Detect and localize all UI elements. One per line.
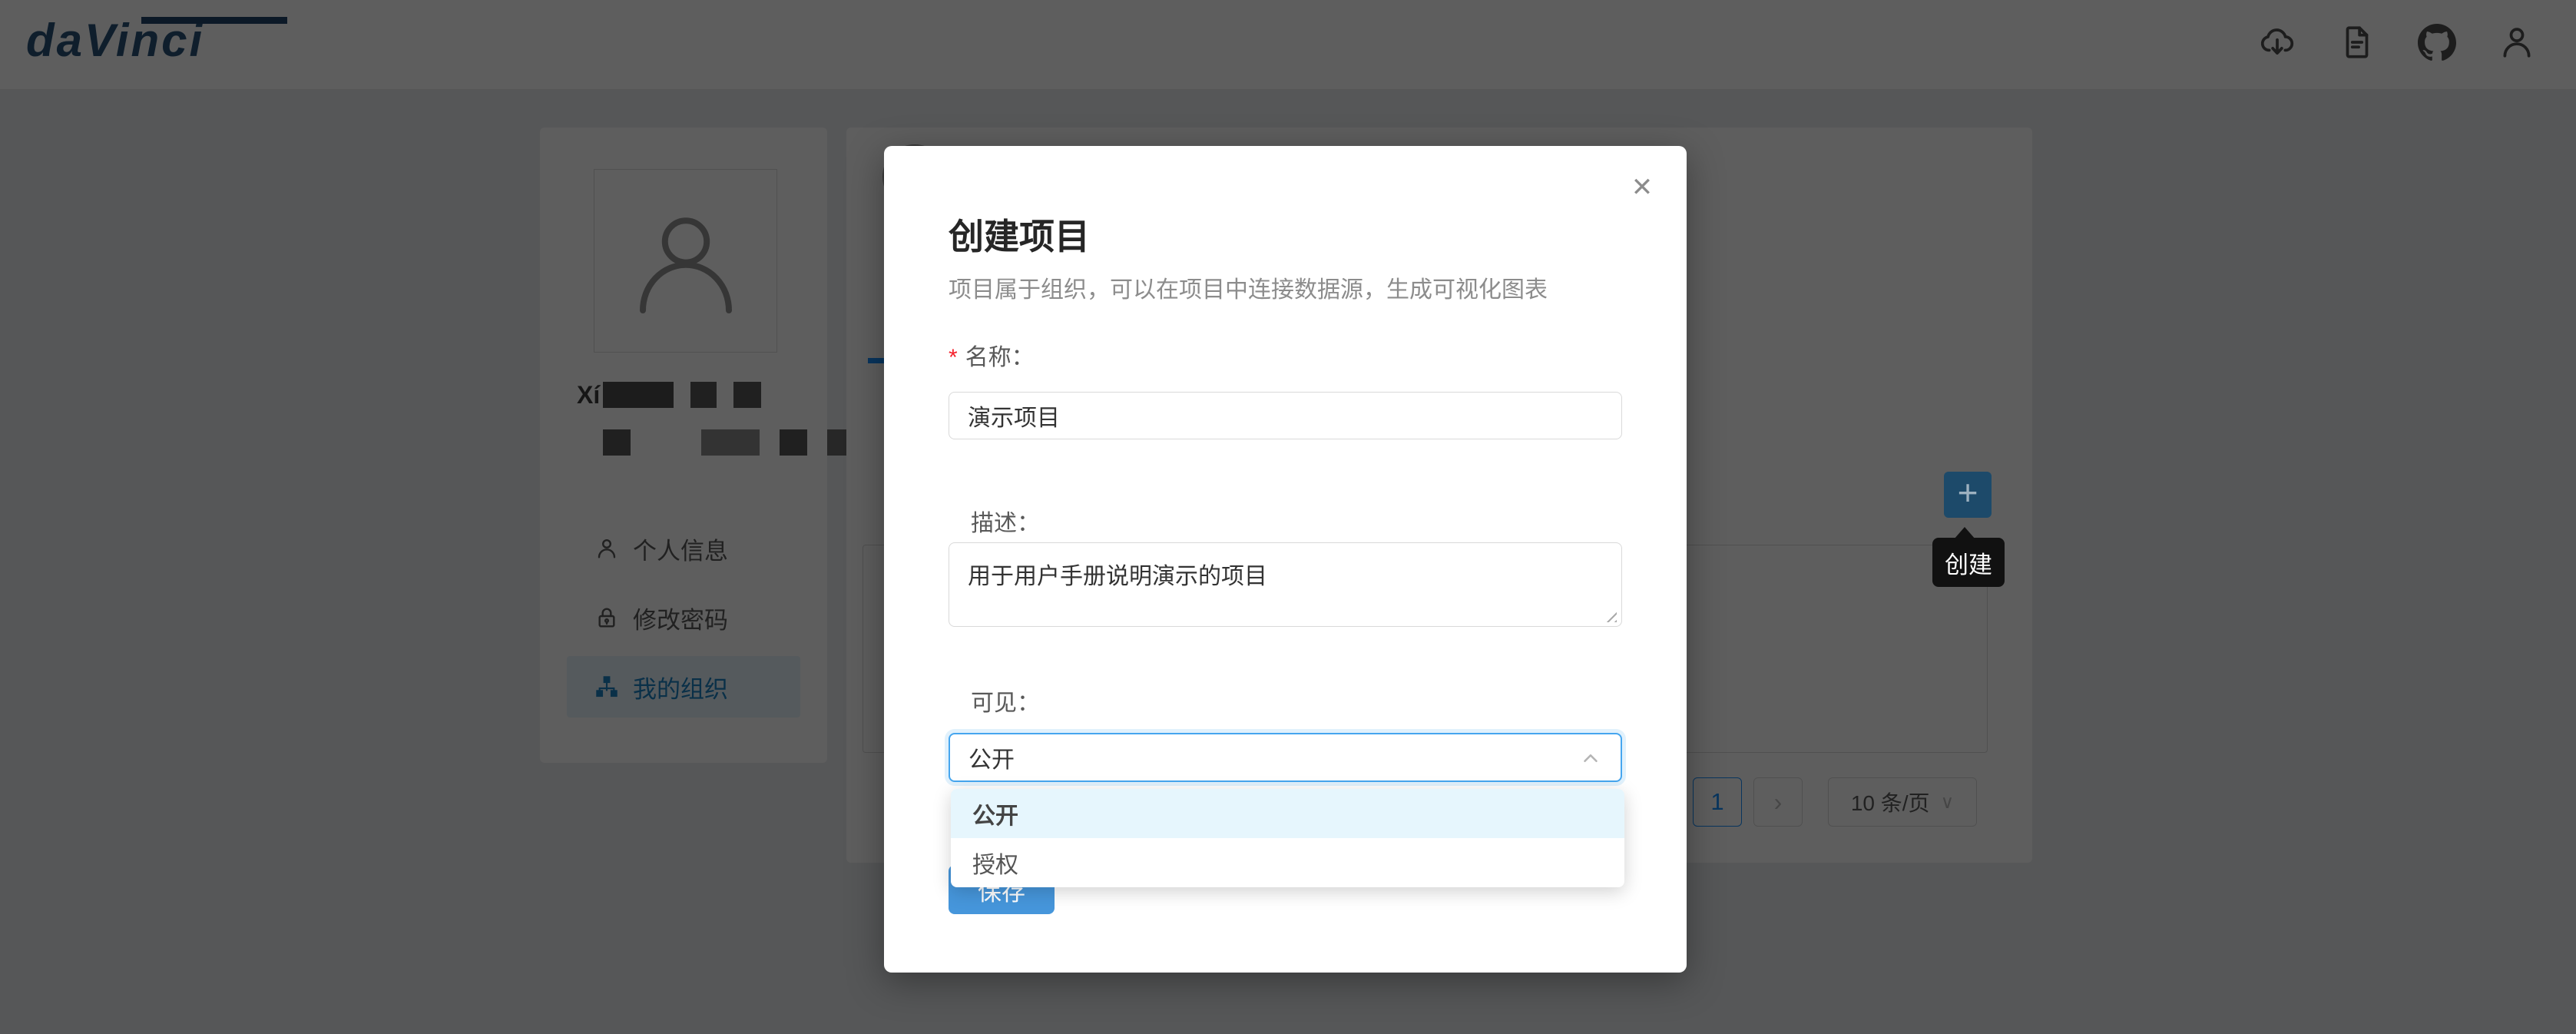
tooltip-label: 创建	[1945, 545, 1992, 580]
create-project-button[interactable]: +	[1944, 472, 1992, 518]
project-name-input[interactable]	[949, 392, 1622, 439]
option-label: 授权	[972, 846, 1018, 880]
dropdown-option-authorized[interactable]: 授权	[951, 838, 1624, 887]
close-glyph: ✕	[1631, 172, 1654, 203]
option-label: 公开	[972, 797, 1018, 830]
create-tooltip: 创建	[1932, 538, 2005, 587]
close-icon[interactable]: ✕	[1625, 171, 1659, 204]
name-field-label: * 名称：	[949, 338, 1035, 372]
required-asterisk: *	[949, 345, 958, 370]
project-description-textarea[interactable]: 用于用户手册说明演示的项目	[949, 542, 1622, 627]
visibility-select[interactable]: 公开	[949, 733, 1622, 782]
modal-subtitle: 项目属于组织，可以在项目中连接数据源，生成可视化图表	[949, 270, 1548, 304]
dropdown-option-public[interactable]: 公开	[951, 789, 1624, 838]
chevron-up-icon	[1579, 747, 1602, 770]
visibility-field-label: 可见：	[971, 684, 1040, 718]
modal-title: 创建项目	[949, 209, 1090, 260]
app-root: daVinci	[0, 0, 2576, 1034]
visibility-dropdown: 公开 授权	[951, 789, 1624, 887]
visibility-select-value: 公开	[968, 741, 1015, 774]
plus-icon: +	[1958, 472, 1978, 512]
name-label-text: 名称：	[965, 345, 1035, 370]
description-field-label: 描述：	[971, 504, 1040, 538]
